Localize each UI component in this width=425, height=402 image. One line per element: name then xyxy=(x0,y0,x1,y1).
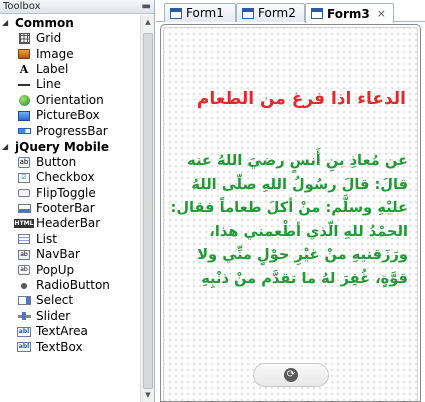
button-icon: ab xyxy=(17,156,31,168)
tab-form3[interactable]: Form3 × xyxy=(305,3,394,23)
scroll-down-icon[interactable]: ▼ xyxy=(141,388,155,402)
toolbox-item-orientation[interactable]: Orientation xyxy=(0,93,139,108)
toolbox-panel: Toolbox ▬ ◢ Common Grid Image A Label Lin… xyxy=(0,0,155,402)
textbox-icon: abl xyxy=(16,342,32,353)
toolbox-item-picturebox[interactable]: PictureBox xyxy=(0,108,139,123)
checkbox-icon: ☑ xyxy=(17,172,31,184)
toolbox-item-progressbar[interactable]: ProgressBar xyxy=(0,123,139,138)
toolbox-title: Toolbox xyxy=(3,1,41,12)
textarea-icon: abl xyxy=(16,326,32,337)
document-tab-bar: Form1 Form2 Form3 × xyxy=(156,0,425,23)
fliptoggle-icon xyxy=(17,187,31,199)
pin-icon[interactable]: ▬ xyxy=(142,0,151,13)
grid-icon xyxy=(17,33,31,45)
radiobutton-icon xyxy=(17,280,31,292)
popup-icon: ab xyxy=(18,265,30,276)
select-icon xyxy=(17,295,31,307)
toolbox-item-grid[interactable]: Grid xyxy=(0,31,139,46)
image-icon xyxy=(17,48,31,60)
form-title-label[interactable]: الدعاء اذا فرغ من الطعام xyxy=(171,87,406,111)
group-common[interactable]: ◢ Common xyxy=(0,15,139,31)
collapse-triangle-icon[interactable]: ◢ xyxy=(2,139,15,155)
group-label: jQuery Mobile xyxy=(15,139,110,154)
headerbar-icon: HTML xyxy=(13,219,35,229)
tab-form1[interactable]: Form1 xyxy=(164,3,236,22)
toolbox-item-checkbox[interactable]: ☑ Checkbox xyxy=(0,170,139,185)
toolbox-item-button[interactable]: ab Button xyxy=(0,155,139,170)
form-icon xyxy=(242,7,254,19)
scroll-up-icon[interactable]: ▲ xyxy=(141,15,155,29)
navbar-icon: ab xyxy=(18,249,30,260)
footerbar-icon xyxy=(17,203,31,215)
picturebox-icon xyxy=(17,110,31,122)
scrollbar-thumb[interactable] xyxy=(143,33,153,389)
toolbox-item-textbox[interactable]: abl TextBox xyxy=(0,339,139,354)
footer-refresh-button[interactable]: ⟳ xyxy=(253,363,329,387)
progressbar-icon xyxy=(17,125,31,137)
collapse-triangle-icon[interactable]: ◢ xyxy=(2,15,15,31)
toolbox-list: ◢ Common Grid Image A Label Line Orientat… xyxy=(0,15,139,402)
toolbox-item-radiobutton[interactable]: RadioButton xyxy=(0,278,139,293)
toolbox-item-popup[interactable]: ab PopUp xyxy=(0,262,139,277)
toolbox-header: Toolbox ▬ xyxy=(0,0,154,14)
toolbox-item-fliptoggle[interactable]: FlipToggle xyxy=(0,186,139,201)
group-label: Common xyxy=(15,16,74,30)
toolbox-scrollbar[interactable]: ▲ ▼ xyxy=(140,15,154,402)
form-body-label[interactable]: عن مُعاذِ بنِ أَنسٍ رضيَ اللهُ عنه قالَ:… xyxy=(167,149,409,290)
list-icon xyxy=(17,233,31,245)
close-tab-icon[interactable]: × xyxy=(377,7,386,20)
form-icon xyxy=(311,8,323,19)
toolbox-item-navbar[interactable]: ab NavBar xyxy=(0,247,139,262)
form-icon xyxy=(170,7,182,19)
toolbox-item-line[interactable]: Line xyxy=(0,77,139,92)
toolbox-item-select[interactable]: Select xyxy=(0,293,139,308)
refresh-icon: ⟳ xyxy=(284,368,298,382)
toolbox-item-label[interactable]: A Label xyxy=(0,62,139,77)
orientation-icon xyxy=(17,94,31,106)
toolbox-item-textarea[interactable]: abl TextArea xyxy=(0,324,139,339)
line-icon xyxy=(17,79,31,91)
form-design-surface[interactable]: الدعاء اذا فرغ من الطعام عن مُعاذِ بنِ أ… xyxy=(160,24,421,402)
toolbox-item-image[interactable]: Image xyxy=(0,46,139,61)
label-icon: A xyxy=(19,62,29,76)
editor-area: Form1 Form2 Form3 × الدعاء اذا فرغ من ال… xyxy=(156,0,425,402)
toolbox-item-headerbar[interactable]: HTML HeaderBar xyxy=(0,216,139,231)
tab-form2[interactable]: Form2 xyxy=(236,3,305,22)
group-jquery-mobile[interactable]: ◢ jQuery Mobile xyxy=(0,139,139,155)
slider-icon xyxy=(17,310,31,322)
toolbox-item-list[interactable]: List xyxy=(0,232,139,247)
toolbox-item-footerbar[interactable]: FooterBar xyxy=(0,201,139,216)
toolbox-item-slider[interactable]: Slider xyxy=(0,309,139,324)
